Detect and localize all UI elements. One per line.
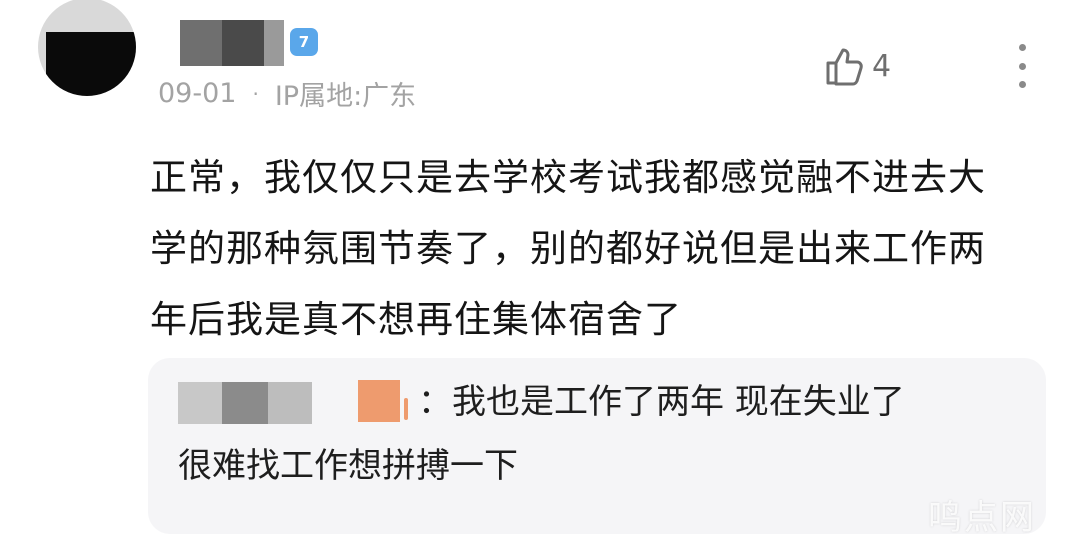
ip-location: IP属地:广东 <box>274 81 417 112</box>
meta-separator: · <box>252 81 259 106</box>
reply-line-2: 很难找工作想拼搏一下 <box>178 446 518 486</box>
more-vertical-icon[interactable] <box>1012 44 1032 88</box>
avatar-redaction <box>46 32 136 96</box>
reply-box[interactable]: ：我也是工作了两年 现在失业了 很难找工作想拼搏一下 <box>148 358 1046 534</box>
comment-date: 09-01 <box>158 78 237 109</box>
reply-line: ：我也是工作了两年 现在失业了 <box>178 370 1038 434</box>
level-badge: 7 <box>290 28 318 56</box>
thumbs-up-icon <box>826 48 863 86</box>
reply-separator: ： <box>418 382 452 422</box>
like-count: 4 <box>872 48 892 84</box>
watermark: 鸣点网 <box>928 498 1036 538</box>
reply-text: ：我也是工作了两年 现在失业了 很难找工作想拼搏一下 <box>178 382 1038 498</box>
comment-line: 年后我是真不想再住集体宿舍了 <box>150 298 682 341</box>
reply-line-1: 我也是工作了两年 现在失业了 <box>452 382 905 422</box>
avatar[interactable] <box>38 0 136 96</box>
comment-meta: 09-01 · IP属地:广东 <box>158 74 416 113</box>
username-redacted[interactable] <box>180 20 284 66</box>
like-button[interactable]: 4 <box>822 44 891 88</box>
comment-body: 正常，我仅仅只是去学校考试我都感觉融不进去大 学的那种氛围节奏了，别的都好说但是… <box>150 142 1040 355</box>
comment-line: 正常，我仅仅只是去学校考试我都感觉融不进去大 <box>150 156 986 199</box>
comment-line: 学的那种氛围节奏了，别的都好说但是出来工作两 <box>150 227 986 270</box>
